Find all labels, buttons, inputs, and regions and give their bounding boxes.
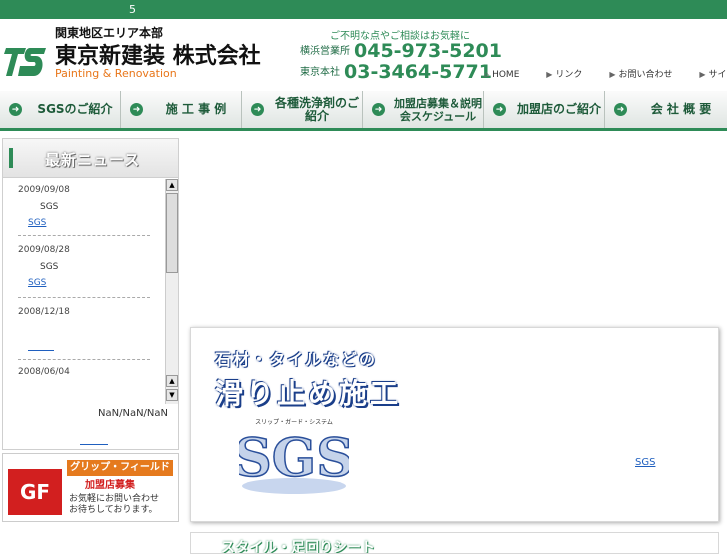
gf-logo: GF bbox=[8, 469, 62, 515]
banner-note-line: お待ちしております。 bbox=[69, 505, 158, 515]
news-bottom-date: NaN/NaN/NaN bbox=[98, 408, 169, 419]
company-name[interactable]: 東京新建装 株式会社 bbox=[55, 38, 261, 70]
nav-cleaners[interactable]: ➜ 各種洗浄剤のご紹介 bbox=[242, 91, 363, 128]
global-nav: ➜ SGSのご紹介 ➜ 施 工 事 例 ➜ 各種洗浄剤のご紹介 ➜ 加盟店募集＆説明会ス… bbox=[0, 91, 727, 131]
nav-recruit[interactable]: ➜ 加盟店募集＆説明会スケジュール bbox=[363, 91, 484, 128]
office-label: 東京本社 bbox=[300, 67, 340, 78]
arrow-right-icon: ▶ bbox=[546, 70, 553, 79]
util-link-sitemap[interactable]: ▶サイトマップ bbox=[699, 70, 727, 80]
company-logo-icon[interactable] bbox=[4, 42, 48, 78]
svg-text:スリップ・ガード・システム: スリップ・ガード・システム bbox=[255, 418, 333, 426]
nav-sgs[interactable]: ➜ SGSのご紹介 bbox=[0, 91, 121, 128]
contact-yokohama: 横浜営業所 045-973-5201 bbox=[300, 40, 502, 62]
util-link-contact[interactable]: ▶ お問い合わせ bbox=[609, 70, 684, 80]
banner-note: お気軽にお問い合わせ お待ちしております。 bbox=[69, 494, 159, 516]
office-phone: 045-973-5201 bbox=[354, 40, 502, 62]
feature-panel-2: スタイル・足回りシート bbox=[190, 532, 719, 554]
office-phone: 03-3464-5771 bbox=[344, 61, 492, 83]
arrow-right-icon: ➜ bbox=[372, 103, 385, 116]
news-divider bbox=[18, 297, 150, 298]
news-divider bbox=[18, 235, 150, 236]
news-link[interactable] bbox=[28, 350, 54, 352]
news-scrollbar[interactable]: ▲ ▲ ▼ bbox=[165, 179, 178, 404]
scroll-down-icon[interactable]: ▼ bbox=[166, 389, 178, 401]
news-header: 最新ニュース bbox=[3, 139, 178, 178]
home-icon: ⌂ bbox=[484, 70, 490, 79]
arrow-right-icon: ➜ bbox=[9, 103, 22, 116]
feature-line1: 石材・タイルなどの bbox=[215, 350, 378, 369]
arrow-right-icon: ▶ bbox=[699, 70, 706, 79]
news-item: 2009/08/28 SGS SGS bbox=[18, 245, 158, 288]
feature2-line1: スタイル・足回りシート bbox=[221, 540, 375, 554]
nav-company[interactable]: ➜ 会 社 概 要 bbox=[605, 91, 727, 128]
news-date: 2009/09/08 bbox=[18, 185, 70, 195]
office-label: 横浜営業所 bbox=[300, 46, 350, 57]
news-text: SGS bbox=[40, 262, 59, 272]
company-tagline: Painting & Renovation bbox=[55, 67, 177, 80]
nav-members[interactable]: ➜ 加盟店のご紹介 bbox=[484, 91, 605, 128]
news-text: SGS bbox=[40, 202, 59, 212]
news-title: 最新ニュース bbox=[45, 151, 141, 169]
banner-note-line: お気軽にお問い合わせ bbox=[69, 494, 160, 504]
news-date: 2009/08/28 bbox=[18, 245, 70, 255]
util-link-home[interactable]: ⌂ HOME bbox=[484, 70, 531, 80]
top-bar: 5 bbox=[0, 0, 727, 19]
scroll-up-icon[interactable]: ▲ bbox=[166, 179, 178, 191]
feature-link[interactable]: SGS bbox=[635, 457, 655, 468]
sgs-logo-icon: スリップ・ガード・システム SGS bbox=[239, 418, 349, 494]
news-header-bar bbox=[9, 148, 13, 168]
arrow-right-icon: ➜ bbox=[130, 103, 143, 116]
utility-nav: ⌂HOME ▶リンク ▶お問い合わせ ▶サイトマップ bbox=[484, 67, 727, 80]
arrow-right-icon: ➜ bbox=[614, 103, 627, 116]
news-more-link[interactable] bbox=[80, 444, 108, 445]
news-link[interactable]: SGS bbox=[28, 278, 158, 288]
arrow-right-icon: ➜ bbox=[251, 103, 264, 116]
top-bar-text: 5 bbox=[129, 3, 136, 16]
news-item: 2008/12/18 bbox=[18, 307, 158, 355]
news-link[interactable]: SGS bbox=[28, 218, 158, 228]
news-item: 2009/09/08 SGS SGS bbox=[18, 185, 158, 228]
news-item: 2008/06/04 bbox=[18, 367, 158, 384]
contact-tokyo: 東京本社 03-3464-5771 bbox=[300, 61, 492, 83]
feature-panel: 石材・タイルなどの 滑り止め施工 スリップ・ガード・システム SGS SGS bbox=[190, 327, 719, 522]
feature-line2: 滑り止め施工 bbox=[215, 377, 402, 410]
banner-subtitle: 加盟店募集 bbox=[85, 480, 135, 491]
news-panel: 最新ニュース 2009/09/08 SGS SGS 2009/08/28 SGS… bbox=[2, 138, 179, 450]
recruit-banner[interactable]: GF グリップ・フィールド 加盟店募集 お気軽にお問い合わせ お待ちしております… bbox=[2, 453, 179, 522]
banner-title: グリップ・フィールド bbox=[67, 460, 173, 476]
news-date: 2008/12/18 bbox=[18, 307, 70, 317]
arrow-right-icon: ➜ bbox=[493, 103, 506, 116]
util-link-links[interactable]: ▶ リンク bbox=[546, 70, 594, 80]
news-divider bbox=[18, 359, 150, 360]
news-date: 2008/06/04 bbox=[18, 367, 70, 377]
nav-works[interactable]: ➜ 施 工 事 例 bbox=[121, 91, 242, 128]
arrow-right-icon: ▶ bbox=[609, 70, 616, 79]
scroll-up-icon[interactable]: ▲ bbox=[166, 375, 178, 387]
svg-text:SGS: SGS bbox=[239, 428, 349, 489]
scroll-thumb[interactable] bbox=[166, 193, 178, 273]
